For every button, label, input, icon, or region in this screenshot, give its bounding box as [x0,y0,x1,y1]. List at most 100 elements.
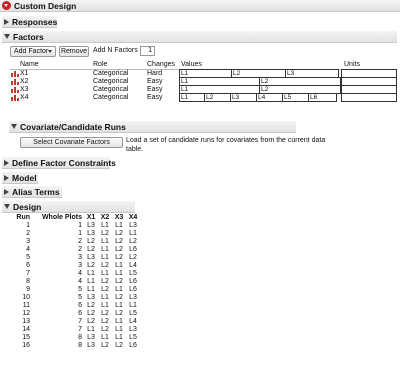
design-cell-x3: L1 [115,286,123,293]
col-header-values: Values [181,61,202,68]
design-cell-run: 16 [22,342,30,349]
table-row: 3 2 L2 L1 L2 L2 [12,238,140,246]
design-cell-x2: L1 [101,246,109,253]
design-cell-x1: L2 [87,262,95,269]
factor-name[interactable]: X3 [20,86,29,93]
model-title: Model [12,172,37,183]
disclosure-collapsed-icon[interactable] [4,18,9,25]
categorical-factor-icon [11,87,19,93]
table-row: 2 1 L3 L2 L2 L1 [12,230,140,238]
design-cell-x1: L2 [87,318,95,325]
design-cell-x3: L2 [115,294,123,301]
categorical-factor-icon [11,79,19,85]
design-cell-run: 7 [26,270,30,277]
design-cell-x4: L6 [129,286,137,293]
col-header-changes: Changes [147,61,176,68]
factor-value-cell[interactable]: L6 [308,93,337,102]
design-cell-x3: L2 [115,342,123,349]
disclosure-collapsed-icon[interactable] [4,159,9,166]
add-factor-button[interactable]: Add Factor [10,46,56,57]
table-row: 14 7 L1 L2 L1 L3 [12,326,140,334]
design-cell-x2: L1 [101,270,109,277]
design-cell-whole-plot: 3 [78,262,82,269]
factor-name[interactable]: X4 [20,94,29,101]
factor-units-cell[interactable] [341,93,397,102]
responses-header[interactable]: Responses [2,16,57,28]
design-cell-whole-plot: 3 [78,254,82,261]
design-cell-x1: L2 [87,302,95,309]
design-cell-x1: L1 [87,270,95,277]
design-cell-x3: L1 [115,318,123,325]
factors-header[interactable]: Factors [2,31,397,43]
design-header[interactable]: Design [2,201,135,213]
factors-title: Factors [13,31,44,42]
design-cell-x4: L3 [129,294,137,301]
factor-role[interactable]: Categorical [93,70,128,77]
factor-role[interactable]: Categorical [93,86,128,93]
design-cell-x1: L1 [87,326,95,333]
alias-terms-title: Alias Terms [12,186,60,197]
design-cell-whole-plot: 7 [78,326,82,333]
factor-role[interactable]: Categorical [93,78,128,85]
design-cell-x4: L3 [129,326,137,333]
design-cell-whole-plot: 8 [78,342,82,349]
factor-value-cell[interactable]: L4 [256,93,283,102]
factor-value-cell[interactable]: L5 [282,93,309,102]
table-row: 15 8 L3 L1 L1 L5 [12,334,140,342]
table-row: 9 5 L1 L2 L1 L6 [12,286,140,294]
covariate-header[interactable]: Covariate/Candidate Runs [9,121,296,133]
design-cell-x4: L5 [129,334,137,341]
table-row: 11 6 L2 L1 L1 L1 [12,302,140,310]
factor-changes[interactable]: Hard [147,70,162,77]
table-row: 13 7 L2 L2 L1 L4 [12,318,140,326]
factor-value-cell[interactable]: L2 [204,93,231,102]
custom-design-header[interactable]: Custom Design [0,0,400,12]
factor-row[interactable]: X4 Categorical Easy L1 L2 L3 L4 L5 L6 [10,93,397,102]
factor-value-cell[interactable]: L1 [179,93,205,102]
disclosure-collapsed-icon[interactable] [4,188,9,195]
table-row: 5 3 L3 L1 L2 L2 [12,254,140,262]
design-cell-run: 11 [22,302,30,309]
alias-terms-header[interactable]: Alias Terms [2,186,62,198]
disclosure-collapsed-icon[interactable] [4,174,9,181]
table-row: 16 8 L3 L2 L2 L6 [12,342,140,350]
constraints-title: Define Factor Constraints [12,157,116,168]
disclosure-expanded-icon[interactable] [4,204,10,209]
design-cell-x2: L1 [101,294,109,301]
factor-value-cell[interactable]: L3 [230,93,257,102]
design-col-x3: X3 [114,214,124,221]
design-header-row: Run Whole Plots X1 X2 X3 X4 [12,214,140,222]
factor-name[interactable]: X2 [20,78,29,85]
design-cell-x2: L1 [101,254,109,261]
design-cell-x1: L2 [87,238,95,245]
design-cell-x4: L6 [129,342,137,349]
disclosure-expanded-icon[interactable] [11,124,17,129]
design-cell-x1: L2 [87,310,95,317]
select-covariate-factors-button[interactable]: Select Covariate Factors [20,137,123,148]
design-cell-run: 4 [26,246,30,253]
factor-role[interactable]: Categorical [93,94,128,101]
design-cell-x1: L3 [87,230,95,237]
design-cell-x1: L1 [87,286,95,293]
factor-changes[interactable]: Easy [147,86,163,93]
covariate-title: Covariate/Candidate Runs [20,121,126,132]
table-row: 4 2 L2 L1 L2 L6 [12,246,140,254]
model-header[interactable]: Model [2,172,38,184]
disclosure-expanded-icon[interactable] [4,34,10,39]
design-cell-x3: L2 [115,310,123,317]
red-triangle-menu-icon[interactable] [2,1,11,10]
design-cell-whole-plot: 1 [78,230,82,237]
design-cell-whole-plot: 5 [78,286,82,293]
design-cell-whole-plot: 7 [78,318,82,325]
design-cell-run: 2 [26,230,30,237]
col-header-units: Units [344,61,360,68]
design-cell-whole-plot: 1 [78,222,82,229]
add-n-factors-input[interactable]: 1 [140,46,155,56]
design-cell-x2: L2 [101,342,109,349]
design-cell-x2: L2 [101,286,109,293]
define-factor-constraints-header[interactable]: Define Factor Constraints [2,157,116,169]
factor-name[interactable]: X1 [20,70,29,77]
factor-changes[interactable]: Easy [147,78,163,85]
remove-button[interactable]: Remove [59,46,89,57]
factor-changes[interactable]: Easy [147,94,163,101]
